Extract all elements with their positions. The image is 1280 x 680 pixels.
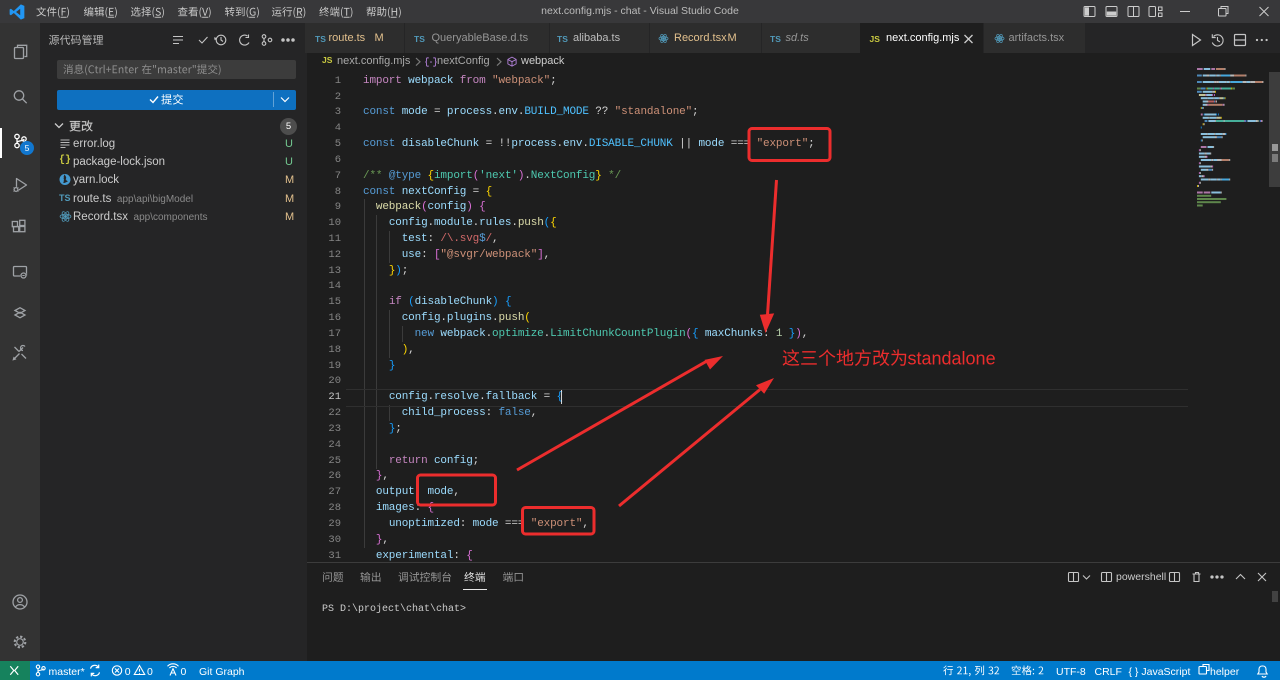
svg-text:standalone: standalone: [908, 349, 996, 369]
